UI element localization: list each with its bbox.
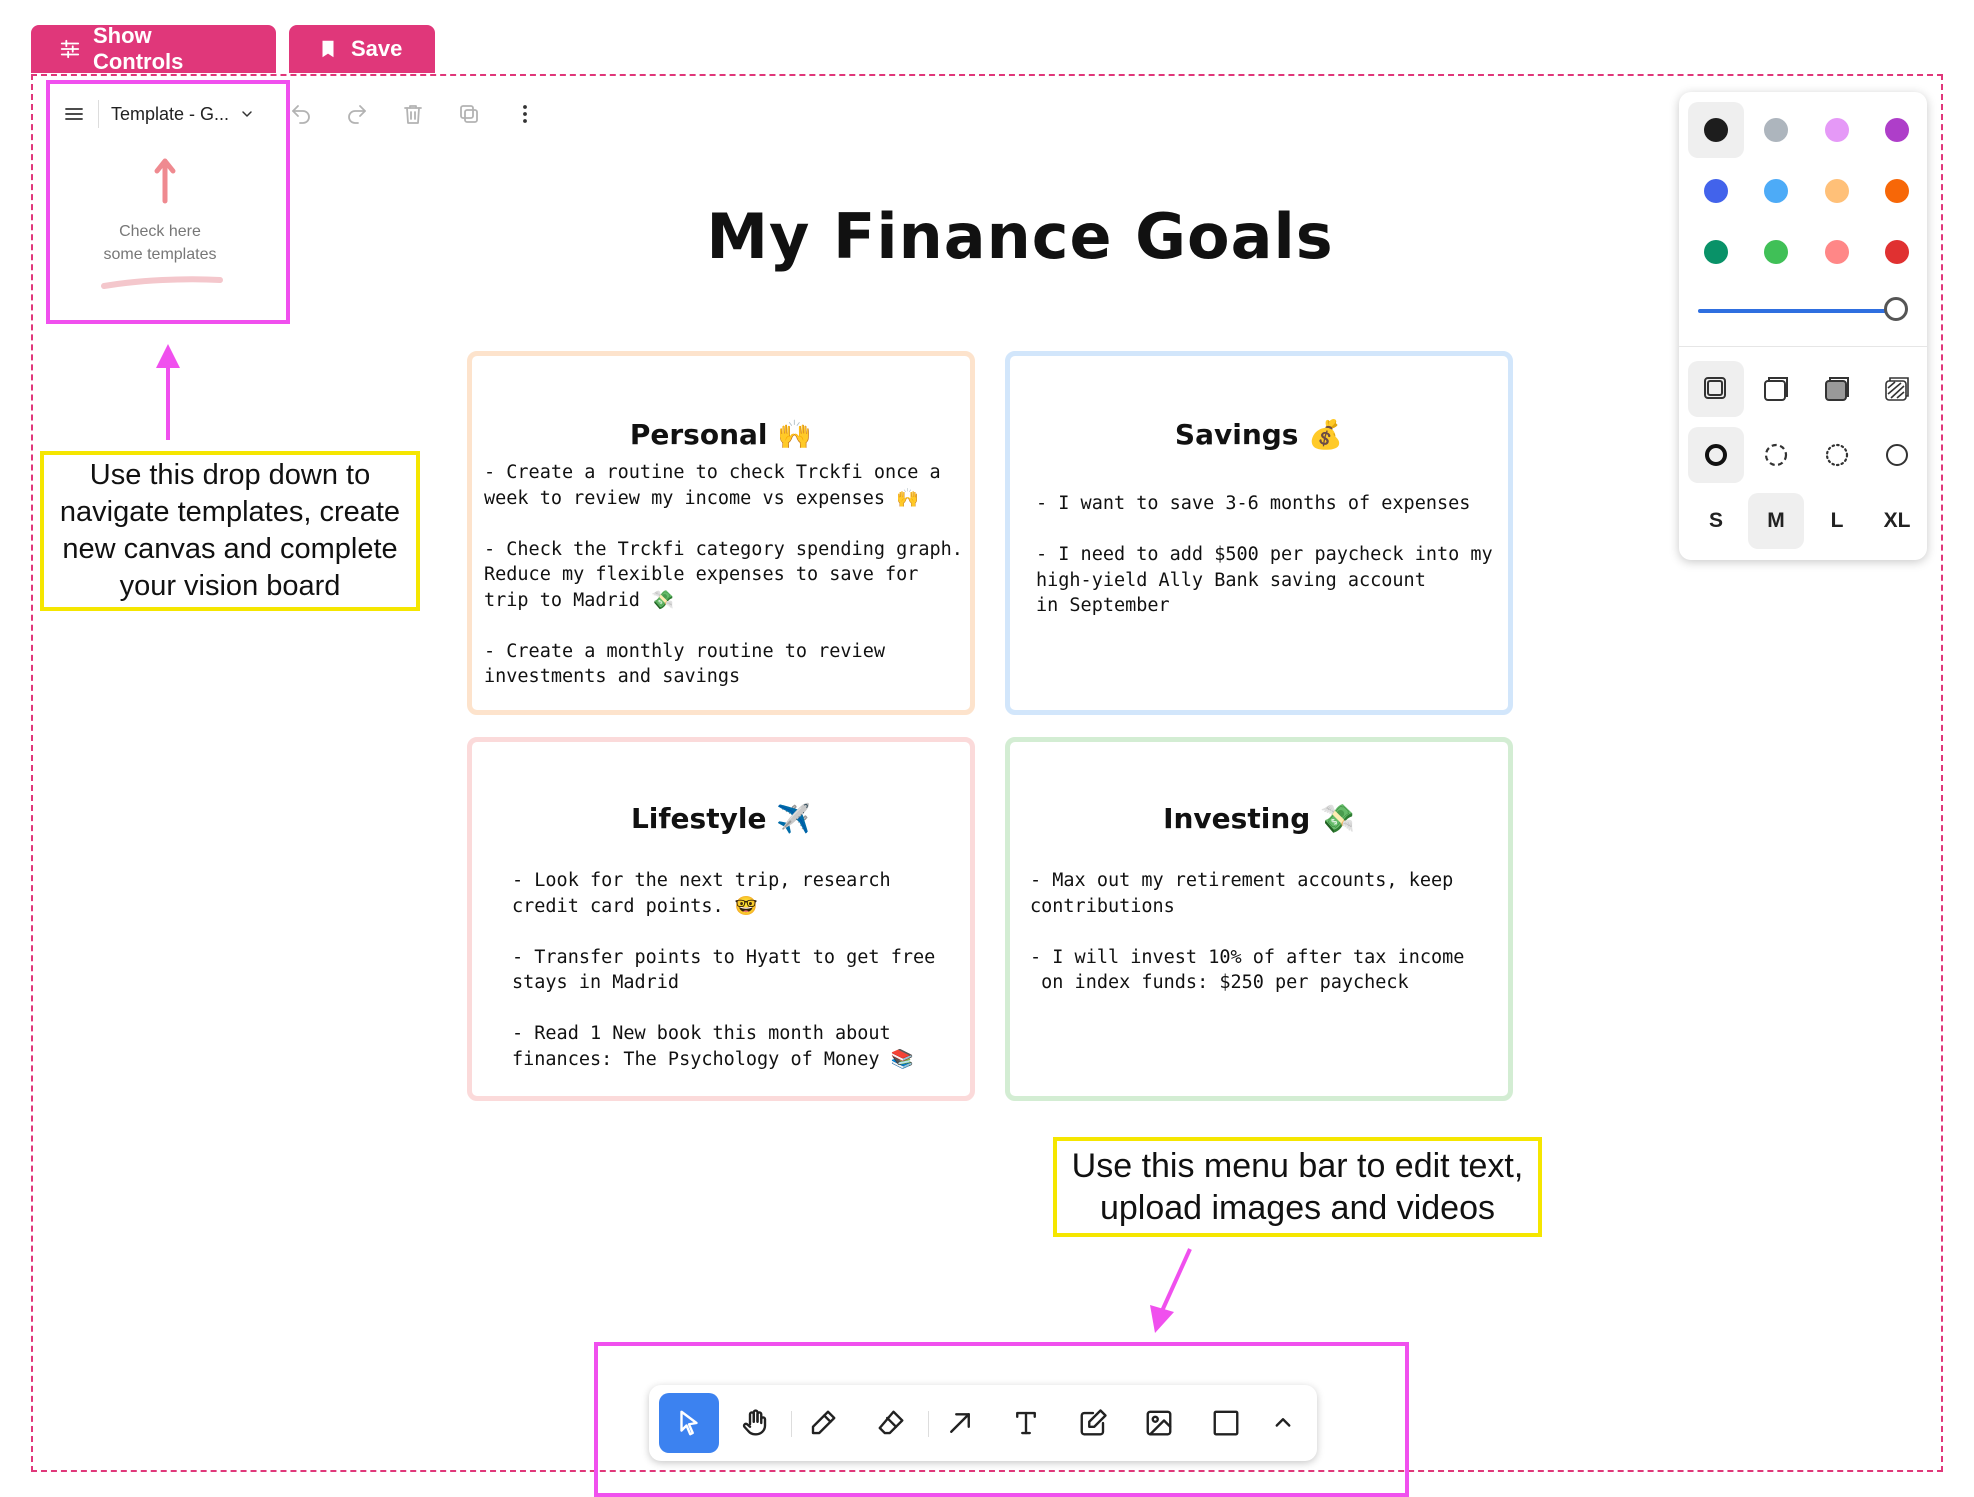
dropdown-annotation: Use this drop down to navigate templates… — [40, 451, 420, 611]
rectangle-tool-button[interactable] — [1196, 1393, 1256, 1453]
redo-icon — [348, 105, 366, 124]
draw-tool-button[interactable] — [793, 1393, 853, 1453]
arrow-tool-button[interactable] — [930, 1393, 990, 1453]
chevron-up-icon — [1275, 1418, 1291, 1427]
panel-divider — [1679, 346, 1927, 347]
more-tools-button[interactable] — [1253, 1393, 1313, 1453]
menubar-note-line-1: Use this menu bar to edit text, — [1071, 1147, 1524, 1185]
fill-solid-icon[interactable] — [1822, 374, 1852, 404]
hand-icon — [742, 1409, 767, 1436]
annotation-arrow-down-icon — [1150, 1248, 1192, 1333]
duplicate-button[interactable] — [449, 94, 489, 134]
fill-semi-icon[interactable] — [1761, 374, 1791, 404]
color-swatch-blue[interactable] — [1704, 179, 1728, 203]
arrow-icon — [950, 1413, 970, 1433]
dropdown-note-line-4: your vision board — [119, 570, 341, 602]
board-title[interactable]: My Finance Goals — [560, 200, 1480, 273]
eraser-tool-button[interactable] — [861, 1393, 921, 1453]
dropdown-note-line-1: Use this drop down to — [89, 459, 371, 491]
canvas-frame[interactable] — [31, 74, 1943, 1472]
fill-pattern-icon[interactable] — [1882, 374, 1912, 404]
dash-dashed-icon[interactable] — [1761, 440, 1791, 470]
show-controls-label: Show Controls — [92, 23, 184, 74]
color-swatch-grey[interactable] — [1764, 118, 1788, 142]
duplicate-icon — [460, 105, 478, 123]
draw-icon — [811, 1410, 836, 1435]
trash-icon — [404, 105, 422, 124]
card-title: Savings 💰 — [1174, 418, 1344, 451]
more-options-button[interactable] — [505, 94, 545, 134]
card-body: - Max out my retirement accounts, keep c… — [1030, 870, 1465, 993]
eraser-icon — [878, 1410, 904, 1435]
annotation-arrow-up-icon — [156, 344, 180, 440]
save-label: Save — [351, 36, 403, 61]
dash-draw-icon[interactable] — [1701, 440, 1731, 470]
color-swatch-green[interactable] — [1704, 240, 1728, 264]
save-button[interactable]: Save — [289, 25, 435, 73]
text-icon — [1016, 1411, 1036, 1435]
fill-none-icon[interactable] — [1701, 374, 1731, 404]
color-swatch-light-red[interactable] — [1825, 240, 1849, 264]
opacity-slider-thumb[interactable] — [1884, 297, 1908, 321]
template-menu-highlight — [46, 80, 290, 324]
dash-solid-icon[interactable] — [1882, 440, 1912, 470]
toolbar-divider — [791, 1411, 792, 1437]
color-swatch-black[interactable] — [1704, 118, 1728, 142]
dash-dotted-icon[interactable] — [1822, 440, 1852, 470]
color-swatch-red[interactable] — [1885, 240, 1909, 264]
text-tool-button[interactable] — [996, 1393, 1056, 1453]
card-lifestyle[interactable]: Lifestyle ✈️ - Look for the next trip, r… — [467, 737, 975, 1101]
card-body: - Look for the next trip, research credi… — [512, 870, 936, 1070]
size-m-button[interactable]: M — [1748, 509, 1804, 533]
dropdown-note-line-3: new canvas and complete — [62, 533, 398, 565]
sliders-icon — [60, 39, 80, 59]
note-tool-button[interactable] — [1063, 1393, 1123, 1453]
color-swatch-yellow[interactable] — [1825, 179, 1849, 203]
card-body: - Create a routine to check Trckfi once … — [484, 462, 963, 687]
color-swatch-light-green[interactable] — [1764, 240, 1788, 264]
card-savings[interactable]: Savings 💰 - I want to save 3-6 months of… — [1005, 351, 1513, 715]
card-title: Personal 🙌 — [629, 418, 813, 451]
image-tool-button[interactable] — [1129, 1393, 1189, 1453]
redo-button[interactable] — [337, 94, 377, 134]
bottom-toolbar — [649, 1385, 1317, 1461]
select-tool-button[interactable] — [659, 1393, 719, 1453]
card-title: Investing 💸 — [1163, 802, 1355, 835]
card-title: Lifestyle ✈️ — [630, 802, 812, 835]
toolbar-divider — [928, 1411, 929, 1437]
card-personal[interactable]: Personal 🙌 - Create a routine to check T… — [467, 351, 975, 715]
menubar-note-line-2: upload images and videos — [1099, 1189, 1496, 1227]
undo-icon — [292, 105, 310, 124]
size-xl-button[interactable]: XL — [1869, 509, 1925, 533]
opacity-slider-track[interactable] — [1698, 309, 1898, 313]
style-panel: S M L XL — [1679, 92, 1927, 560]
menubar-annotation: Use this menu bar to edit text, upload i… — [1053, 1137, 1542, 1237]
size-s-button[interactable]: S — [1688, 509, 1744, 533]
color-swatch-light-violet[interactable] — [1825, 118, 1849, 142]
color-swatch-violet[interactable] — [1885, 118, 1909, 142]
more-vertical-icon — [523, 105, 527, 123]
color-swatch-orange[interactable] — [1885, 179, 1909, 203]
hand-tool-button[interactable] — [725, 1393, 785, 1453]
image-icon — [1146, 1410, 1172, 1436]
card-investing[interactable]: Investing 💸 - Max out my retirement acco… — [1005, 737, 1513, 1101]
bookmark-icon — [322, 40, 334, 58]
rectangle-icon — [1213, 1410, 1239, 1436]
color-swatch-light-blue[interactable] — [1764, 179, 1788, 203]
select-icon — [680, 1410, 698, 1436]
note-icon — [1080, 1409, 1107, 1436]
size-l-button[interactable]: L — [1809, 509, 1865, 533]
delete-button[interactable] — [393, 94, 433, 134]
dropdown-note-line-2: navigate templates, create — [59, 496, 401, 528]
card-body: - I want to save 3-6 months of expenses … — [1036, 493, 1493, 616]
show-controls-button[interactable]: Show Controls — [31, 23, 276, 74]
